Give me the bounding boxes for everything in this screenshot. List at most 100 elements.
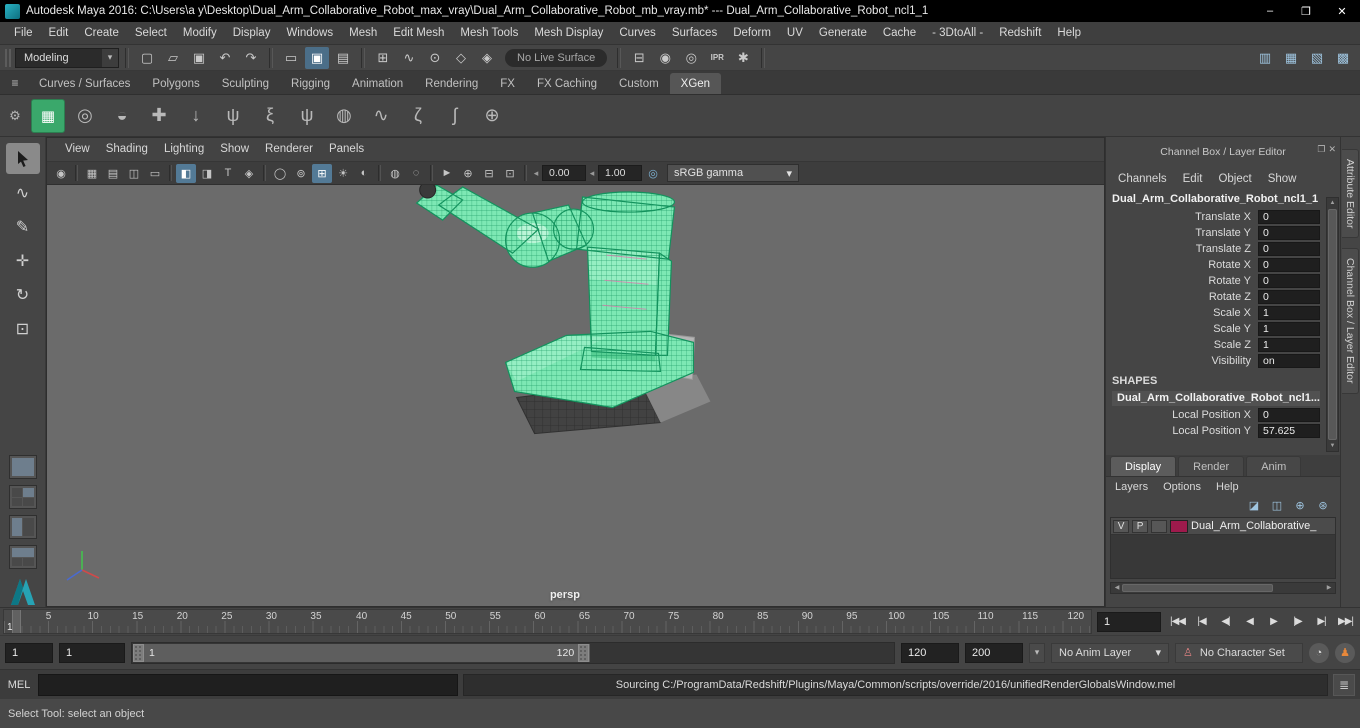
channel-value-field[interactable]: 1 xyxy=(1258,338,1320,352)
play-backwards-button[interactable]: ◀ xyxy=(1238,611,1261,633)
snap-to-planes-button[interactable]: ◇ xyxy=(449,47,473,69)
menu-generate[interactable]: Generate xyxy=(811,22,875,44)
layer-display-type-toggle[interactable] xyxy=(1151,519,1168,533)
channel-label[interactable]: Translate Y xyxy=(1195,227,1251,239)
range-end-handle[interactable] xyxy=(578,643,590,662)
statusline-grip[interactable] xyxy=(5,48,11,67)
xgen-shelf-icon[interactable]: ξ xyxy=(253,99,287,133)
move-layer-up-icon[interactable]: ◪ xyxy=(1245,497,1263,513)
close-panel-icon[interactable]: ✕ xyxy=(1328,144,1336,155)
channel-value-field[interactable]: 0 xyxy=(1258,226,1320,240)
shelf-tab-sculpting[interactable]: Sculpting xyxy=(211,73,280,94)
group-separator[interactable] xyxy=(761,47,766,68)
make-live-button[interactable]: ◈ xyxy=(475,47,499,69)
screen-space-ao-icon[interactable]: ⊚ xyxy=(291,164,311,183)
channel-value-field[interactable]: 0 xyxy=(1258,408,1320,422)
layer-color-swatch[interactable] xyxy=(1170,519,1189,533)
channel-label[interactable]: Local Position Y xyxy=(1172,425,1251,437)
xgen-shelf-icon[interactable]: ↓ xyxy=(179,99,213,133)
menu-mesh-display[interactable]: Mesh Display xyxy=(526,22,611,44)
gamma-field[interactable]: 1.00 xyxy=(598,165,642,181)
menu-options[interactable]: Options xyxy=(1163,481,1201,493)
step-back-frame-button[interactable]: |◀ xyxy=(1190,611,1213,633)
viewport-3d[interactable]: persp xyxy=(47,185,1105,606)
xgen-shelf-icon[interactable]: ʃ xyxy=(438,99,472,133)
film-gate-icon[interactable]: ▤ xyxy=(103,164,123,183)
script-editor-icon[interactable]: ≣ xyxy=(1333,673,1355,696)
layout-four-pane-button[interactable] xyxy=(8,485,37,509)
scrollbar-thumb[interactable] xyxy=(1122,584,1273,592)
layer-playback-toggle[interactable]: P xyxy=(1132,519,1149,533)
panel-menu-shading[interactable]: Shading xyxy=(98,138,156,161)
live-surface-field[interactable]: No Live Surface xyxy=(505,48,608,67)
shelf-tab-custom[interactable]: Custom xyxy=(608,73,670,94)
channel-value-field[interactable]: 1 xyxy=(1258,306,1320,320)
channel-label[interactable]: Scale X xyxy=(1213,307,1251,319)
command-input[interactable] xyxy=(38,673,458,696)
shelf-tab-curves-surfaces[interactable]: Curves / Surfaces xyxy=(28,73,141,94)
channel-value-field[interactable]: 57.625 xyxy=(1258,424,1320,438)
shelf-tab-rigging[interactable]: Rigging xyxy=(280,73,341,94)
redo-button[interactable]: ↷ xyxy=(239,47,263,69)
selected-object-name[interactable]: Dual_Arm_Collaborative_Robot_ncl1_1 xyxy=(1106,193,1340,209)
channel-label[interactable]: Rotate Z xyxy=(1209,291,1251,303)
step-back-key-button[interactable]: ◀| xyxy=(1214,611,1237,633)
maya-logo-icon[interactable] xyxy=(7,577,39,607)
layer-row[interactable]: V P Dual_Arm_Collaborative_ xyxy=(1111,518,1335,535)
modeling-toolkit-toggle-icon[interactable]: ▥ xyxy=(1253,47,1277,69)
current-frame-field[interactable]: 1 xyxy=(1097,611,1161,632)
playback-range-bar[interactable]: 1 120 xyxy=(133,643,591,662)
select-tool-button[interactable] xyxy=(5,143,40,174)
construction-history-toggle[interactable]: ⊟ xyxy=(627,47,651,69)
isolate-select-icon[interactable]: ◍ xyxy=(385,164,405,183)
group-separator[interactable] xyxy=(125,47,129,68)
animation-end-field[interactable]: 200 xyxy=(965,642,1023,663)
layout-two-pane-button[interactable] xyxy=(8,515,37,539)
xgen-shelf-icon[interactable]: ψ xyxy=(216,99,250,133)
tab-anim[interactable]: Anim xyxy=(1246,456,1302,476)
timeline-playhead[interactable] xyxy=(12,610,21,633)
new-scene-button[interactable]: ▢ xyxy=(135,47,159,69)
motion-blur-toggle-icon[interactable]: ⊞ xyxy=(312,163,332,183)
resolution-gate-icon[interactable]: ◫ xyxy=(124,164,144,183)
ipr-render-button[interactable]: IPR xyxy=(705,47,729,69)
menu-mesh[interactable]: Mesh xyxy=(341,22,385,44)
default-lighting-icon[interactable]: ☀ xyxy=(333,164,353,183)
frame-selected-icon[interactable]: ⊡ xyxy=(500,164,520,183)
tab-channel-box-layer-editor[interactable]: Channel Box / Layer Editor xyxy=(1342,248,1359,394)
playback-start-field[interactable]: 1 xyxy=(59,642,125,663)
menu-object[interactable]: Object xyxy=(1218,173,1251,185)
menu-modify[interactable]: Modify xyxy=(175,22,225,44)
add-display-layer-icon[interactable]: ⊕ xyxy=(458,164,478,183)
move-layer-down-icon[interactable]: ◫ xyxy=(1268,497,1286,513)
channel-label[interactable]: Translate X xyxy=(1195,211,1251,223)
xgen-shelf-icon[interactable]: ▦ xyxy=(31,98,65,133)
channel-value-field[interactable]: 0 xyxy=(1258,274,1320,288)
animation-preferences-button[interactable]: ♟ xyxy=(1335,642,1355,663)
grid-toggle-icon[interactable]: ▦ xyxy=(82,164,102,183)
menu-help-le[interactable]: Help xyxy=(1216,481,1239,493)
channel-label[interactable]: Rotate Y xyxy=(1208,275,1251,287)
create-empty-layer-icon[interactable]: ⊕ xyxy=(1291,497,1309,513)
float-panel-icon[interactable]: ❐ xyxy=(1317,144,1325,155)
channel-box-toggle-icon[interactable]: ▩ xyxy=(1331,47,1355,69)
command-result[interactable]: Sourcing C:/ProgramData/Redshift/Plugins… xyxy=(463,673,1328,696)
xgen-shelf-icon[interactable]: ✚ xyxy=(142,99,176,133)
command-language-label[interactable]: MEL xyxy=(5,679,33,691)
anim-layer-dropdown[interactable]: No Anim Layer ▾ xyxy=(1051,642,1169,663)
animation-start-field[interactable]: 1 xyxy=(5,642,53,663)
gear-icon[interactable]: ⚙ xyxy=(2,99,28,133)
layer-visibility-toggle[interactable]: V xyxy=(1113,519,1130,533)
menu-layers[interactable]: Layers xyxy=(1115,481,1148,493)
xgen-shelf-icon[interactable]: ◎ xyxy=(68,99,102,133)
open-scene-button[interactable]: ▱ xyxy=(161,47,185,69)
range-slider-track[interactable]: 1 120 xyxy=(131,641,895,664)
shelf-tab-xgen[interactable]: XGen xyxy=(669,73,722,94)
view-transform-dropdown[interactable]: sRGB gamma ▾ xyxy=(667,164,799,182)
panel-menu-lighting[interactable]: Lighting xyxy=(156,138,212,161)
layout-single-pane-button[interactable] xyxy=(8,455,37,479)
tab-attribute-editor[interactable]: Attribute Editor xyxy=(1342,149,1359,239)
channel-label[interactable]: Translate Z xyxy=(1196,243,1251,255)
rotate-tool-button[interactable]: ↻ xyxy=(6,279,40,310)
panel-menu-panels[interactable]: Panels xyxy=(321,138,372,161)
